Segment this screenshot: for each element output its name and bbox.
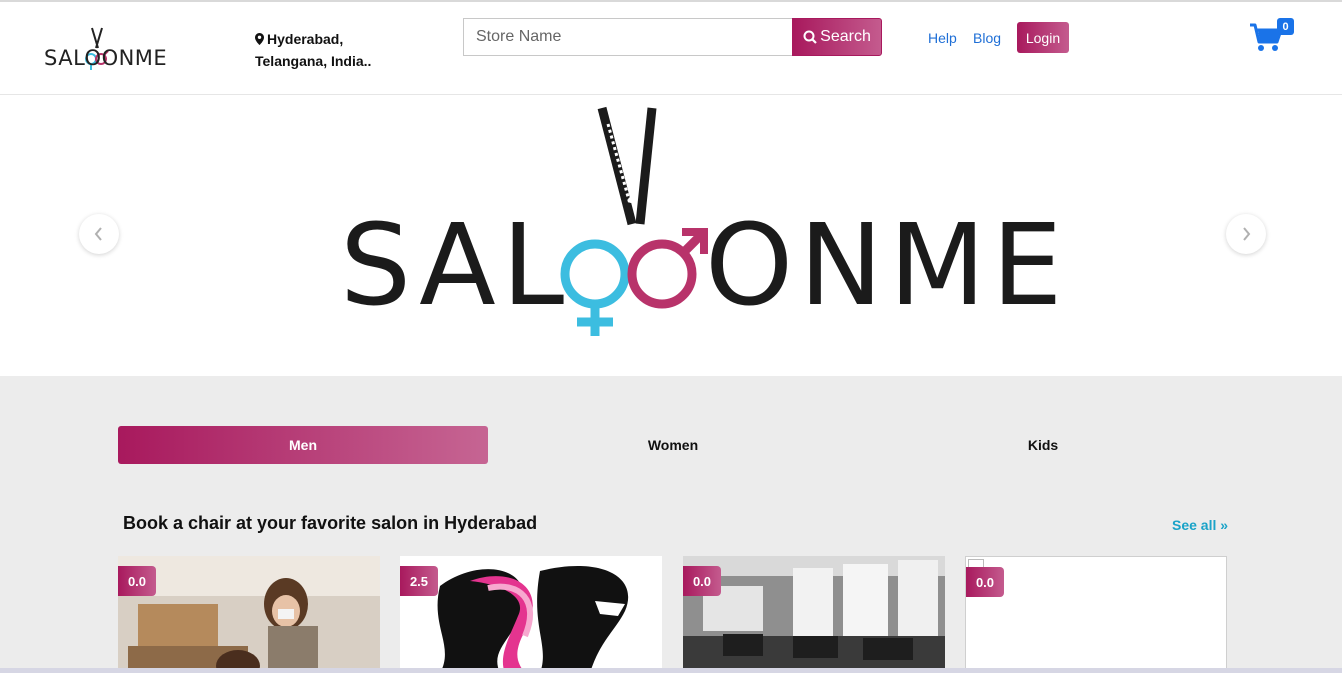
location-state: Telangana, India.. (255, 53, 372, 69)
carousel-prev-button[interactable] (79, 214, 119, 254)
help-link[interactable]: Help (928, 30, 957, 46)
rating-badge: 0.0 (118, 566, 156, 596)
hero-brand-right: ONME (705, 201, 1069, 331)
salon-logo-silhouettes (400, 556, 662, 673)
chevron-right-icon (1243, 227, 1251, 241)
hero-brand-text: SAL ONME (340, 210, 1068, 322)
salon-card[interactable]: 0.0 (683, 556, 945, 673)
site-header: SALOONME Hyderabad, Telangana, India.. S… (0, 2, 1342, 95)
salon-bw-interior-photo (683, 556, 945, 673)
tab-men[interactable]: Men (118, 426, 488, 464)
salon-section: Men Women Kids Book a chair at your favo… (0, 376, 1342, 673)
logo-text: SALOONME (44, 46, 168, 70)
salon-card[interactable]: 0.0 (965, 556, 1227, 673)
rating-badge: 0.0 (966, 567, 1004, 597)
location-city: Hyderabad, (267, 31, 344, 47)
tab-women[interactable]: Women (488, 426, 858, 464)
carousel-next-button[interactable] (1226, 214, 1266, 254)
search-input[interactable] (463, 18, 793, 56)
bottom-border (0, 668, 1342, 673)
salon-card[interactable]: 2.5 (400, 556, 662, 673)
rating-badge: 2.5 (400, 566, 438, 596)
search-button[interactable]: Search (792, 18, 882, 56)
tab-kids[interactable]: Kids (858, 426, 1228, 464)
category-tabs: Men Women Kids (118, 426, 1228, 464)
brand-logo[interactable]: SALOONME (44, 26, 184, 72)
see-all-link[interactable]: See all » (1172, 517, 1228, 533)
hero-carousel: SAL ONME (0, 96, 1342, 376)
salon-interior-photo (118, 556, 380, 673)
section-title: Book a chair at your favorite salon in H… (123, 513, 538, 533)
map-pin-icon (255, 33, 264, 45)
rating-badge: 0.0 (683, 566, 721, 596)
cart-button[interactable]: 0 (1249, 18, 1297, 54)
location[interactable]: Hyderabad, Telangana, India.. (255, 28, 371, 72)
login-button[interactable]: Login (1017, 22, 1069, 53)
location-line-1: Hyderabad, (255, 28, 371, 50)
hero-logo: SAL ONME (340, 104, 1090, 344)
hero-brand-left: SAL (340, 201, 571, 331)
chevron-left-icon (94, 227, 102, 241)
blog-link[interactable]: Blog (973, 30, 1001, 46)
search-bar: Search (463, 18, 882, 56)
search-icon (803, 30, 817, 44)
cart-count-badge: 0 (1277, 18, 1294, 35)
search-button-label: Search (820, 28, 871, 45)
salon-card[interactable]: 0.0 (118, 556, 380, 673)
